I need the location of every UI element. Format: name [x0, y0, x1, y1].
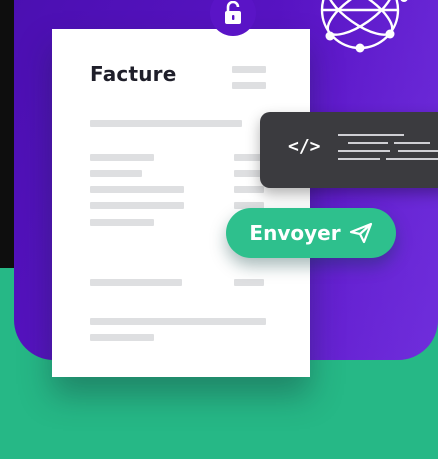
code-line	[338, 158, 380, 160]
code-line	[348, 142, 388, 144]
placeholder-line	[234, 186, 264, 193]
code-tag: </>	[288, 136, 321, 157]
code-line	[398, 150, 438, 152]
send-icon	[349, 222, 372, 244]
placeholder-line	[232, 82, 266, 89]
placeholder-line	[234, 279, 264, 286]
placeholder-line	[90, 154, 154, 161]
placeholder-line	[90, 219, 154, 226]
code-snippet-chip: </>	[260, 112, 438, 188]
placeholder-line	[90, 318, 266, 325]
send-button-label: Envoyer	[249, 221, 341, 245]
lock-icon	[225, 1, 241, 24]
placeholder-line	[232, 66, 266, 73]
placeholder-line	[90, 170, 142, 177]
network-globe-icon	[320, 0, 408, 53]
placeholder-line	[90, 120, 242, 127]
code-line	[386, 158, 438, 160]
code-line	[338, 134, 404, 136]
code-line	[338, 150, 390, 152]
invoice-document: Facture	[52, 29, 310, 377]
placeholder-line	[90, 202, 184, 209]
lock-badge	[210, 0, 256, 36]
placeholder-line	[90, 334, 154, 341]
document-title: Facture	[90, 62, 177, 86]
placeholder-line	[90, 279, 182, 286]
placeholder-line	[90, 186, 184, 193]
code-line	[394, 142, 430, 144]
send-button[interactable]: Envoyer	[226, 208, 396, 258]
